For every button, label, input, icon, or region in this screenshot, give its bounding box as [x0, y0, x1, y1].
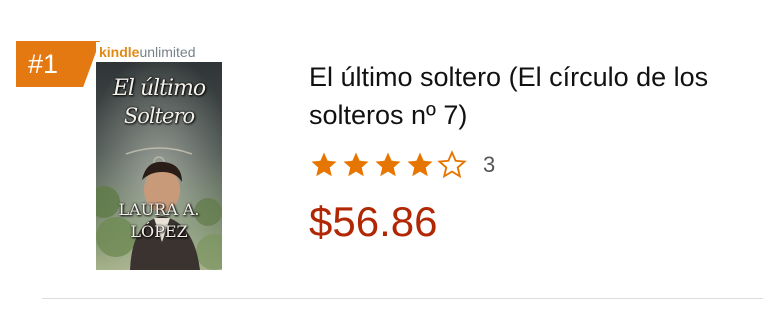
cover-title-line-2: Soltero [123, 104, 195, 128]
unlimited-logo-text: unlimited [139, 44, 196, 60]
price-label: $56.86 [309, 198, 438, 245]
book-cover-image[interactable]: kindle unlimited El último Soltero LAURA… [96, 42, 222, 270]
rank-label: #1 [28, 49, 59, 79]
star-full-icon [311, 152, 337, 177]
product-list-item[interactable]: #1 kindle unlimited El último Soltero LA… [0, 0, 763, 322]
star-empty-icon [437, 150, 467, 179]
star-full-icon [343, 152, 369, 177]
star-full-icon [375, 152, 401, 177]
divider [42, 298, 763, 299]
cover-author-line-2: LÓPEZ [130, 222, 188, 241]
cover-author-line-1: LAURA A. [118, 200, 200, 219]
kindle-unlimited-logo: kindle unlimited [96, 42, 222, 62]
star-rating[interactable]: 3 [309, 148, 495, 182]
cover-title-line-1: El último [112, 76, 206, 101]
star-full-icon [407, 152, 433, 177]
rating-count[interactable]: 3 [483, 152, 495, 178]
book-title-link[interactable]: El último soltero (El círculo de los sol… [309, 58, 759, 134]
kindle-logo-text: kindle [99, 44, 140, 60]
